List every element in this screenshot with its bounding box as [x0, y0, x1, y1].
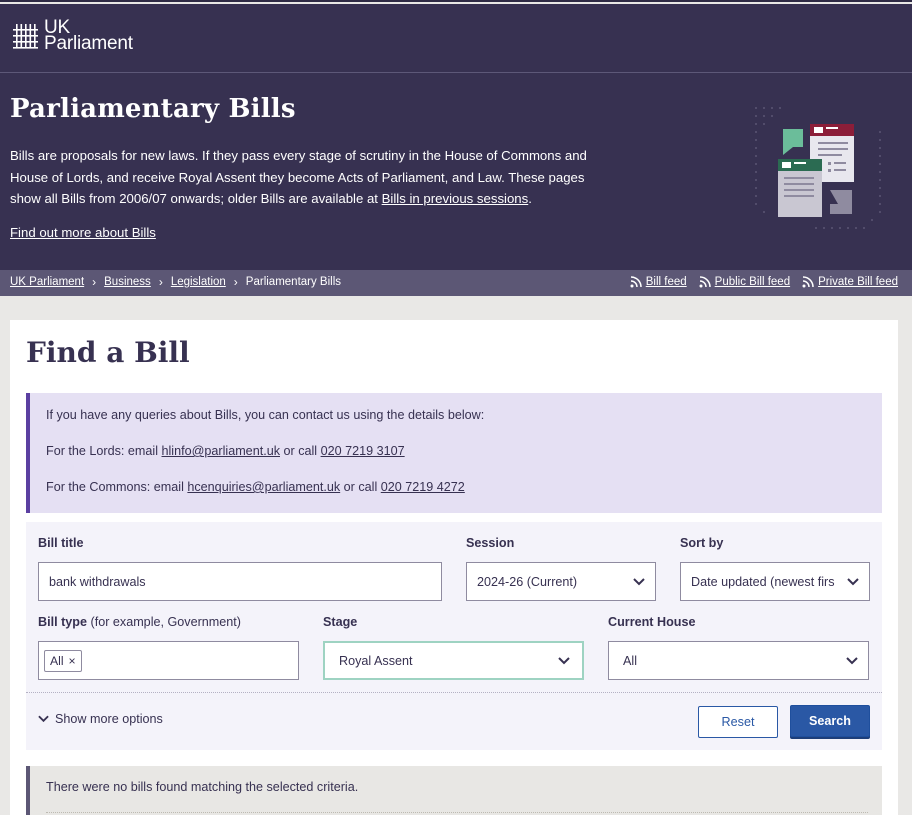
- lords-middle: or call: [280, 444, 321, 458]
- chevron-right-icon: ›: [158, 275, 163, 289]
- results-message-box: There were no bills found matching the s…: [26, 766, 882, 815]
- session-select[interactable]: 2024-26 (Current): [466, 562, 656, 601]
- show-more-options-label: Show more options: [55, 712, 163, 726]
- find-out-more-link[interactable]: Find out more about Bills: [10, 225, 156, 240]
- current-house-value: All: [623, 653, 637, 668]
- public-bill-feed-label: Public Bill feed: [714, 276, 791, 288]
- breadcrumb-uk-parliament[interactable]: UK Parliament: [10, 276, 84, 288]
- intro-text: Bills are proposals for new laws. If the…: [10, 145, 590, 210]
- bill-feed-link[interactable]: Bill feed: [630, 276, 687, 288]
- lords-email-link[interactable]: hlinfo@parliament.uk: [162, 444, 281, 458]
- header-divider: [0, 72, 912, 73]
- no-results-message: There were no bills found matching the s…: [46, 780, 359, 794]
- find-a-bill-card: Find a Bill If you have any queries abou…: [10, 320, 898, 815]
- lords-phone-link[interactable]: 020 7219 3107: [321, 444, 405, 458]
- bill-type-label-text: Bill type: [38, 615, 87, 629]
- bill-documents-illustration: [755, 107, 881, 229]
- chevron-down-icon: [38, 715, 49, 723]
- stage-select[interactable]: Royal Assent: [323, 641, 584, 680]
- notice-lords: For the Lords: email hlinfo@parliament.u…: [46, 444, 405, 458]
- uk-parliament-logo[interactable]: UK Parliament: [10, 18, 150, 60]
- logo-parliament: Parliament: [44, 33, 133, 54]
- portcullis-icon: [13, 24, 38, 49]
- notice-intro: If you have any queries about Bills, you…: [46, 408, 485, 422]
- page: UK Parliament Parliamentary Bills Bills …: [0, 0, 912, 815]
- results-divider: [46, 812, 868, 813]
- chevron-down-icon: [633, 577, 645, 585]
- sort-value: Date updated (newest firs: [691, 574, 835, 589]
- rss-icon: [802, 276, 814, 288]
- filters-divider: [26, 692, 882, 693]
- chevron-down-icon: [558, 656, 570, 664]
- bill-title-label: Bill title: [38, 536, 84, 550]
- breadcrumb: UK Parliament › Business › Legislation ›…: [10, 276, 341, 288]
- bill-title-input[interactable]: bank withdrawals: [38, 562, 442, 601]
- bill-type-label: Bill type (for example, Government): [38, 615, 241, 629]
- public-bill-feed-link[interactable]: Public Bill feed: [699, 276, 790, 288]
- session-value: 2024-26 (Current): [477, 574, 578, 589]
- bill-type-tag-label: All: [50, 653, 64, 668]
- logo-wordmark: UK Parliament: [44, 18, 133, 54]
- commons-middle: or call: [340, 480, 381, 494]
- bills-previous-sessions-link[interactable]: Bills in previous sessions: [382, 191, 529, 206]
- stage-value: Royal Assent: [339, 653, 413, 668]
- find-a-bill-heading: Find a Bill: [26, 336, 190, 369]
- breadcrumb-current: Parliamentary Bills: [245, 276, 342, 288]
- session-label: Session: [466, 536, 515, 550]
- remove-tag-icon[interactable]: ×: [69, 654, 76, 668]
- lords-prefix: For the Lords: email: [46, 444, 162, 458]
- current-house-select[interactable]: All: [608, 641, 869, 680]
- chevron-right-icon: ›: [233, 275, 238, 289]
- bill-type-tag: All ×: [44, 649, 82, 672]
- commons-phone-link[interactable]: 020 7219 4272: [381, 480, 465, 494]
- search-button[interactable]: Search: [790, 705, 870, 737]
- reset-button[interactable]: Reset: [698, 706, 778, 738]
- chevron-down-icon: [846, 656, 858, 664]
- search-filters: Bill title bank withdrawals Session 2024…: [26, 522, 882, 750]
- show-more-options-toggle[interactable]: Show more options: [38, 712, 163, 726]
- stage-label: Stage: [323, 615, 358, 629]
- breadcrumb-legislation[interactable]: Legislation: [171, 276, 226, 288]
- rss-icon: [699, 276, 711, 288]
- private-bill-feed-link[interactable]: Private Bill feed: [802, 276, 898, 288]
- rss-icon: [630, 276, 642, 288]
- contact-notice: If you have any queries about Bills, you…: [26, 393, 882, 513]
- bill-type-hint: (for example, Government): [87, 615, 241, 629]
- notice-commons: For the Commons: email hcenquiries@parli…: [46, 480, 465, 494]
- sort-select[interactable]: Date updated (newest firs: [680, 562, 870, 601]
- sort-label: Sort by: [680, 536, 724, 550]
- bill-type-multiselect[interactable]: All ×: [38, 641, 299, 680]
- chevron-down-icon: [847, 577, 859, 585]
- intro-end: .: [528, 191, 532, 206]
- page-title: Parliamentary Bills: [10, 94, 296, 124]
- chevron-right-icon: ›: [92, 275, 97, 289]
- bill-feed-label: Bill feed: [645, 276, 687, 288]
- commons-prefix: For the Commons: email: [46, 480, 188, 494]
- breadcrumb-business[interactable]: Business: [104, 276, 151, 288]
- current-house-label: Current House: [608, 615, 696, 629]
- private-bill-feed-label: Private Bill feed: [818, 276, 898, 288]
- feed-links: Bill feed Public Bill feed Private Bill …: [630, 276, 898, 288]
- page-header: UK Parliament Parliamentary Bills Bills …: [0, 4, 912, 270]
- breadcrumb-bar: UK Parliament › Business › Legislation ›…: [0, 270, 912, 296]
- commons-email-link[interactable]: hcenquiries@parliament.uk: [187, 480, 340, 494]
